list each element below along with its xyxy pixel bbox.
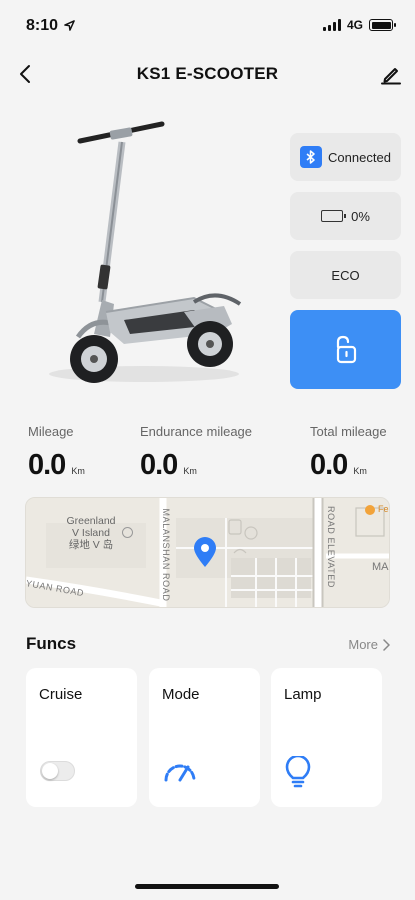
ride-mode-label: ECO [331,267,360,283]
device-status-panel: Connected 0% ECO [290,133,401,389]
func-card-lamp[interactable]: Lamp [271,668,382,807]
lightbulb-icon [284,754,312,793]
funcs-header: Funcs More [26,634,390,656]
battery-level-chip: 0% [290,192,401,240]
toggle-knob [42,763,58,779]
more-label: More [348,637,378,652]
cruise-toggle[interactable] [40,761,75,781]
status-bar: 8:10 4G [0,0,415,50]
edit-button[interactable] [379,62,403,86]
ride-mode-chip[interactable]: ECO [290,251,401,299]
map-road-label: MALANSHAN ROAD [161,508,171,602]
chevron-right-icon [383,638,390,651]
stat-unit: Km [353,466,367,476]
stat-value: 0.0 [140,449,178,481]
stat-value: 0.0 [310,449,348,481]
scooter-image [44,112,252,402]
status-time: 8:10 [26,17,59,34]
location-arrow-icon [64,18,75,36]
map-place-name-2: V Island [72,527,110,539]
stat-total: Total mileage 0.0 Km [310,424,387,482]
unlocked-padlock-icon [336,335,356,363]
lock-toggle-button[interactable] [290,310,401,389]
stat-label: Total mileage [310,424,387,439]
funcs-title: Funcs [26,634,77,653]
func-label: Mode [162,686,200,703]
stat-mileage: Mileage 0.0 Km [28,424,85,482]
battery-icon [369,19,396,31]
func-label: Lamp [284,686,322,703]
bluetooth-status-label: Connected [328,149,391,165]
edit-pencil-icon [381,68,401,85]
location-pin-icon [192,536,218,568]
network-type: 4G [346,18,363,32]
speedometer-icon [162,756,198,789]
stat-unit: Km [183,466,197,476]
stat-endurance: Endurance mileage 0.0 Km [140,424,252,482]
stat-value: 0.0 [28,449,66,481]
map-edge-label: Fe [378,504,389,514]
more-link[interactable]: More [348,637,390,652]
location-map[interactable]: Greenland V Island 绿地 V 岛 MALANSHAN ROAD… [25,497,390,608]
nav-header: KS1 E-SCOOTER [0,52,415,96]
bluetooth-icon [300,146,323,168]
battery-outline-icon [321,210,347,222]
stat-unit: Km [71,466,85,476]
stat-label: Endurance mileage [140,424,253,439]
func-card-cruise[interactable]: Cruise [26,668,137,807]
map-edge-label: MA [372,561,389,573]
map-place-name-cn: 绿地 V 岛 [68,539,114,551]
bluetooth-status-chip[interactable]: Connected [290,133,401,181]
signal-bars-icon [322,19,341,31]
func-label: Cruise [39,686,83,703]
home-indicator[interactable] [135,884,279,889]
map-place-name: Greenland [66,515,116,527]
map-place-label: Greenland V Island 绿地 V 岛 [61,515,121,551]
map-road-label: ROAD ELEVATED [326,506,336,588]
func-card-mode[interactable]: Mode [149,668,260,807]
page-title: KS1 E-SCOOTER [136,64,279,83]
battery-level-label: 0% [351,208,370,224]
poi-marker-icon [122,527,133,538]
stat-label: Mileage [28,424,74,439]
mileage-stats: Mileage 0.0 Km Endurance mileage 0.0 Km To… [0,424,415,486]
